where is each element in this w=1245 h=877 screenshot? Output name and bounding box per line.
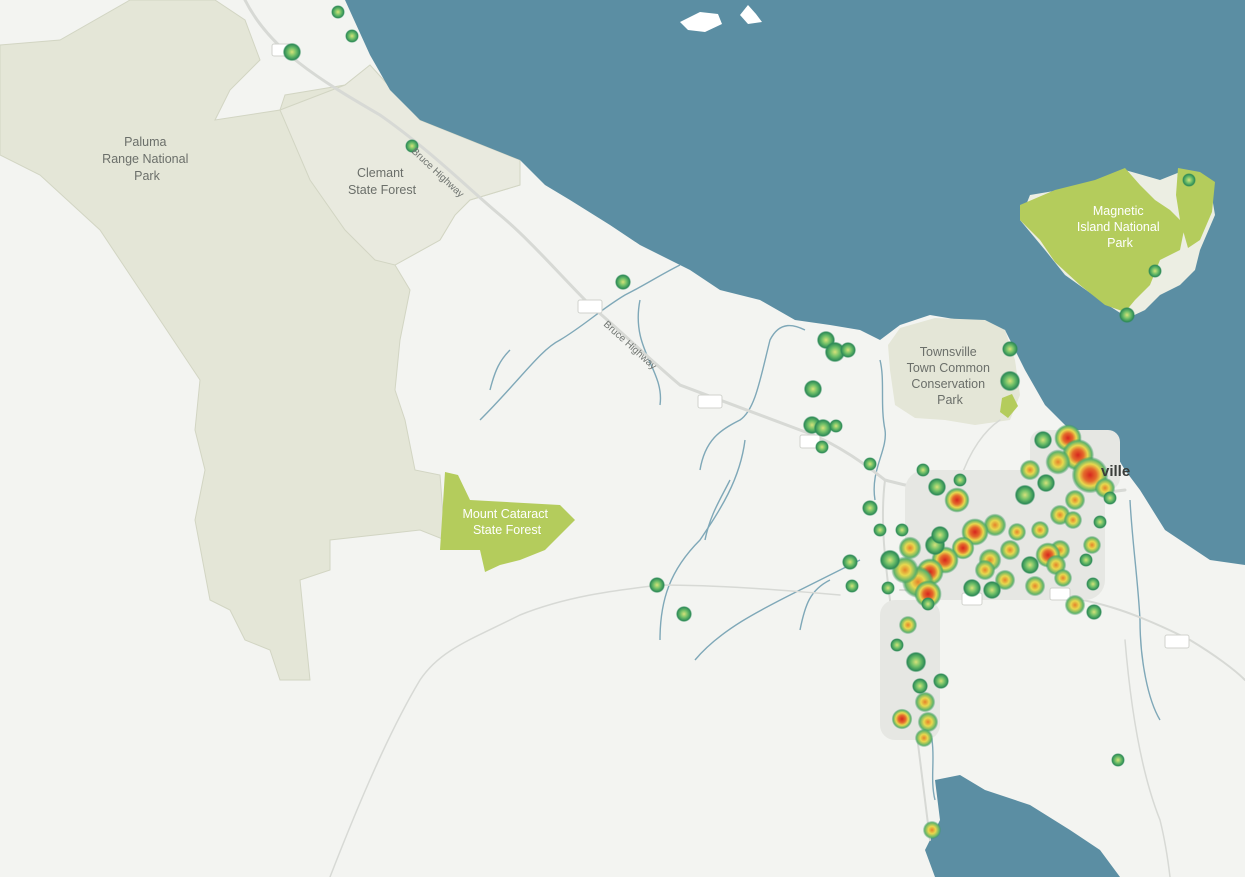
heat-spot [944,487,970,513]
heat-spot [815,440,829,454]
heat-spot [648,576,666,594]
heat-spot [898,615,918,635]
heat-spot [1020,555,1040,575]
heatmap-map[interactable]: Paluma Range National Park Clemant State… [0,0,1245,877]
heat-spot [1079,553,1093,567]
heat-spot [614,273,632,291]
heat-spot [1082,535,1102,555]
heat-spot [841,553,859,571]
heat-spot [914,728,934,748]
heat-spot [1045,449,1071,475]
heat-spot [962,578,982,598]
heat-spot [1182,173,1196,187]
heat-spot [916,463,930,477]
heat-spot [829,419,843,433]
heat-spot [1118,306,1136,324]
heat-spot [974,559,996,581]
heat-spot [1103,491,1117,505]
heat-spot [999,370,1021,392]
heat-spot [1030,520,1050,540]
heat-spot [1036,473,1056,493]
heat-spot [845,579,859,593]
heat-spot [921,597,935,611]
heat-spot [1033,430,1053,450]
heat-spot [1064,489,1086,511]
heat-spot [1148,264,1162,278]
heat-spot [839,341,857,359]
heat-spot [1086,577,1100,591]
heat-spot [881,581,895,595]
heat-spot [803,379,823,399]
heat-spot [282,42,302,62]
heat-spot [999,539,1021,561]
heat-spot [1001,340,1019,358]
heat-spot [982,580,1002,600]
heat-spot [1085,603,1103,621]
heat-spot [345,29,359,43]
heat-spot [1053,568,1073,588]
heat-spot [953,473,967,487]
heat-spot [917,711,939,733]
heat-spot [905,651,927,673]
city-label: ville [1101,463,1130,480]
heat-spot [873,523,887,537]
heat-spot [863,457,877,471]
heat-spot [675,605,693,623]
heat-spot [1063,510,1083,530]
heat-spot [922,820,942,840]
heat-spot [861,499,879,517]
map-canvas: Paluma Range National Park Clemant State… [0,0,1245,877]
heat-spot [932,672,950,690]
heat-spot [1014,484,1036,506]
heat-spot [1024,575,1046,597]
heat-spot [1007,522,1027,542]
heat-spot [1093,515,1107,529]
heat-spot [895,523,909,537]
heat-spot [930,525,950,545]
heat-spot [331,5,345,19]
heat-spot [1019,459,1041,481]
heat-spot [914,691,936,713]
heat-spot [891,708,913,730]
heat-spot [1064,594,1086,616]
heat-spot [911,677,929,695]
heat-spot [879,549,901,571]
heat-spot [898,536,922,560]
heat-spot [1111,753,1125,767]
heat-spot [927,477,947,497]
heat-spot [890,638,904,652]
